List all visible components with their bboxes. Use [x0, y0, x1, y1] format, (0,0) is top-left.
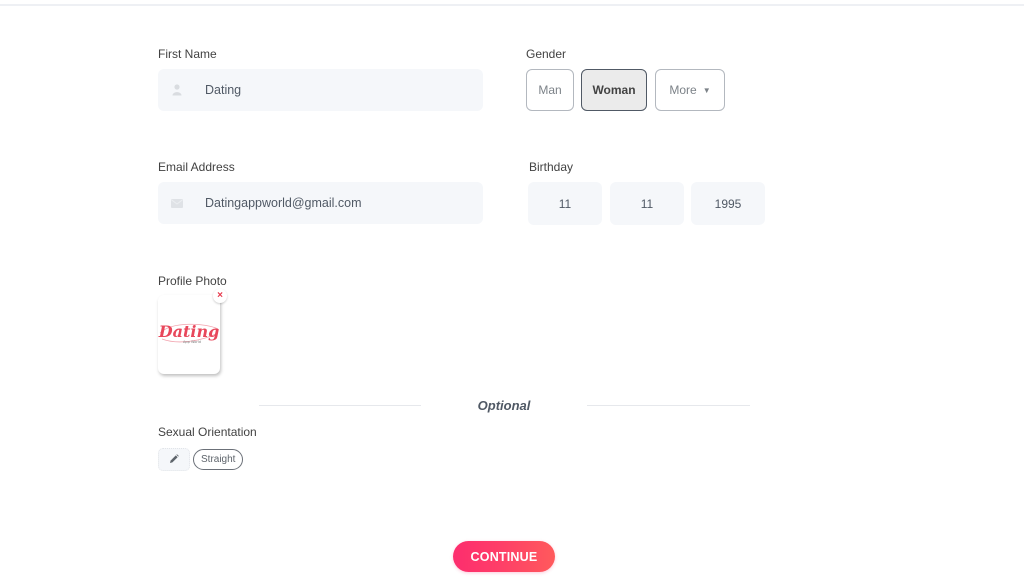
orientation-chip-label: Straight	[201, 454, 236, 465]
profile-photo-text: Dating	[158, 322, 219, 341]
gender-woman-label: Woman	[592, 83, 636, 97]
email-label: Email Address	[158, 160, 235, 174]
birthday-day-field[interactable]: 11	[610, 182, 684, 225]
gender-man-label: Man	[538, 83, 562, 97]
gender-label: Gender	[526, 47, 567, 61]
gender-man-button[interactable]: Man	[526, 69, 574, 111]
birthday-month-field[interactable]: 11	[528, 182, 602, 225]
birthday-year-field[interactable]: 1995	[691, 182, 765, 225]
first-name-value: Dating	[205, 83, 242, 97]
first-name-label: First Name	[158, 47, 217, 61]
header-divider	[0, 4, 1024, 6]
edit-orientation-button[interactable]	[158, 448, 190, 471]
close-icon: ×	[217, 290, 223, 301]
optional-section-title: Optional	[477, 398, 531, 413]
pencil-icon	[169, 451, 179, 469]
continue-button[interactable]: CONTINUE	[453, 541, 555, 572]
birthday-year-value: 1995	[714, 196, 742, 211]
profile-photo-subtext: App World	[183, 340, 201, 344]
gender-woman-button[interactable]: Woman	[581, 69, 647, 111]
birthday-day-value: 11	[640, 196, 654, 211]
first-name-field[interactable]: Dating	[158, 69, 483, 111]
person-icon	[170, 83, 184, 97]
birthday-month-value: 11	[558, 196, 572, 211]
birthday-label: Birthday	[529, 160, 574, 174]
orientation-chip[interactable]: Straight	[193, 449, 244, 470]
gender-more-button[interactable]: More ▼	[655, 69, 725, 111]
caret-down-icon: ▼	[702, 85, 711, 95]
profile-photo-card[interactable]: Dating App World	[158, 295, 220, 374]
envelope-icon	[170, 196, 184, 210]
email-field[interactable]: Datingappworld@gmail.com	[158, 182, 483, 224]
optional-divider-left	[259, 405, 421, 406]
profile-photo-image: Dating App World	[158, 322, 219, 344]
gender-more-label: More	[669, 83, 697, 97]
profile-photo-label: Profile Photo	[158, 274, 227, 288]
remove-photo-button[interactable]: ×	[213, 289, 227, 303]
optional-divider-right	[587, 405, 750, 406]
sexual-orientation-label: Sexual Orientation	[158, 425, 257, 439]
email-value: Datingappworld@gmail.com	[205, 196, 362, 210]
